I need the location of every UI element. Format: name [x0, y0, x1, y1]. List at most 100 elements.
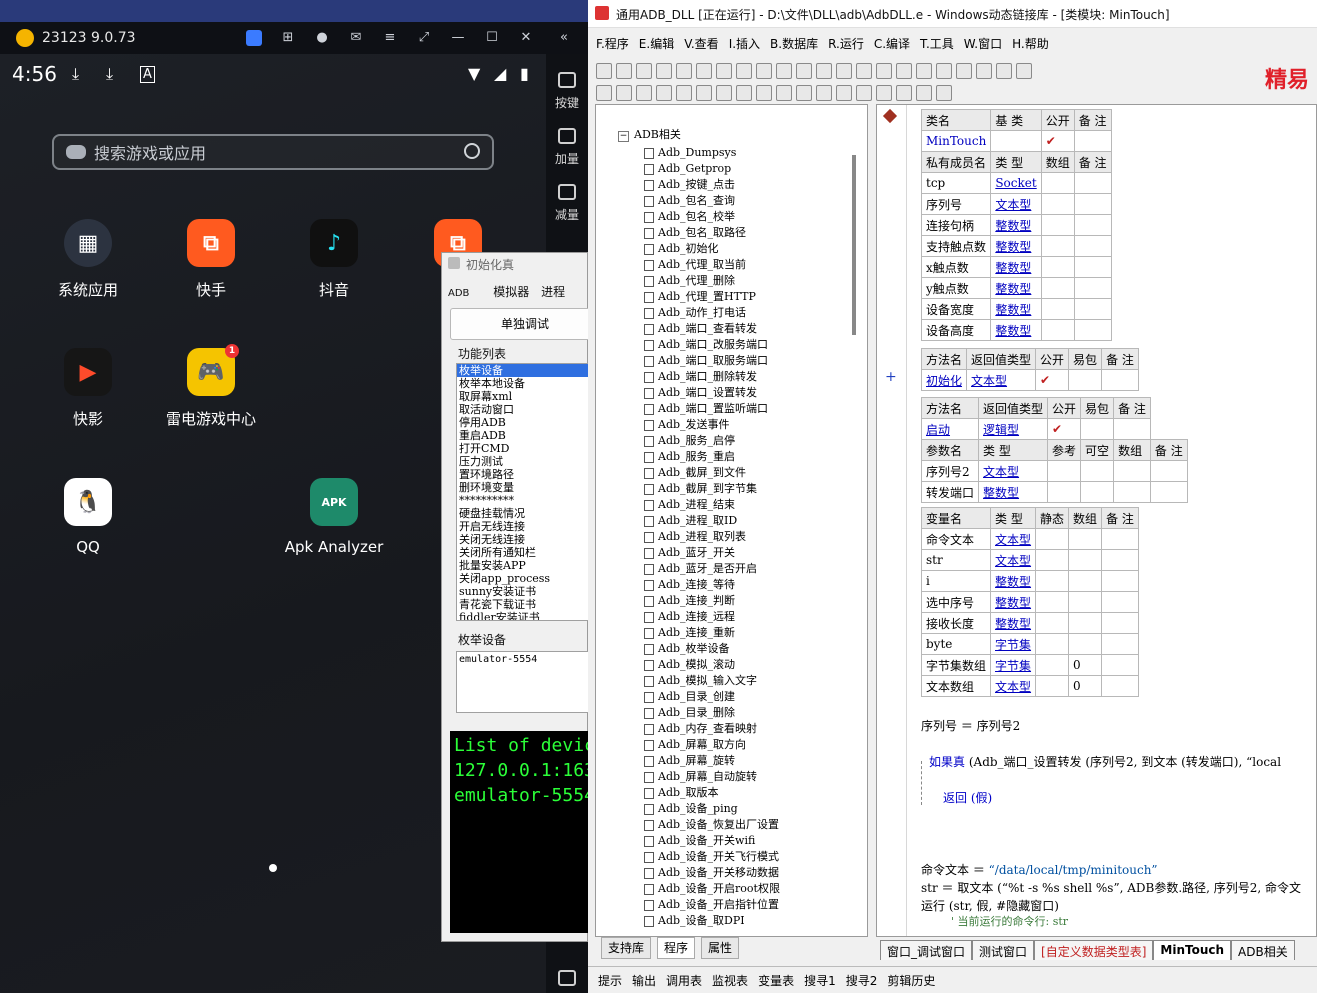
toolbar-button[interactable]: [936, 85, 952, 101]
toolbar-button[interactable]: [616, 85, 632, 101]
home-button[interactable]: [546, 970, 588, 986]
table-cell[interactable]: 数组: [1040, 151, 1075, 173]
tab-process[interactable]: 进程: [541, 285, 565, 299]
table-cell[interactable]: 数组: [1113, 439, 1151, 461]
table-cell[interactable]: [1040, 214, 1075, 236]
table-cell[interactable]: [1035, 675, 1070, 697]
table-cell[interactable]: 文本型: [966, 369, 1037, 391]
tree-root[interactable]: − ADB相关: [604, 127, 780, 145]
list-item[interactable]: fiddler安装证书: [457, 611, 595, 620]
tree-scrollbar[interactable]: [852, 155, 856, 335]
tree-item[interactable]: Adb_服务_重启: [604, 449, 780, 465]
tree-item[interactable]: Adb_枚举设备: [604, 641, 780, 657]
table-cell[interactable]: 公开: [1047, 397, 1082, 419]
table-cell[interactable]: 整数型: [990, 612, 1037, 634]
toolbar-button[interactable]: [656, 63, 672, 79]
editor-tab[interactable]: MinTouch: [1153, 940, 1232, 960]
toolbar-button[interactable]: [836, 85, 852, 101]
toolbar-button[interactable]: [656, 85, 672, 101]
tree-item[interactable]: Adb_屏幕_自动旋转: [604, 769, 780, 785]
table-cell[interactable]: 方法名: [920, 397, 980, 419]
editor-tab[interactable]: 窗口_调试窗口: [880, 940, 973, 960]
toolbar-button[interactable]: [976, 63, 992, 79]
menu-item[interactable]: H.帮助: [1012, 35, 1049, 55]
list-item[interactable]: sunny安装证书: [457, 585, 595, 598]
table-cell[interactable]: 选中序号: [920, 591, 992, 613]
table-cell[interactable]: 易包: [1068, 348, 1103, 370]
table-cell[interactable]: [1035, 612, 1070, 634]
tree-item[interactable]: Adb_模拟_输入文字: [604, 673, 780, 689]
tree-item[interactable]: Adb_设备_开关移动数据: [604, 865, 780, 881]
expand-icon[interactable]: +: [885, 369, 897, 385]
tree-item[interactable]: Adb_设备_开关飞行模式: [604, 849, 780, 865]
table-cell[interactable]: [1035, 549, 1070, 571]
lightning-icon[interactable]: [246, 30, 262, 46]
table-cell[interactable]: [1080, 481, 1115, 503]
table-cell[interactable]: x触点数: [920, 256, 992, 278]
tree-item[interactable]: Adb_代理_删除: [604, 273, 780, 289]
toolbar-button[interactable]: [756, 85, 772, 101]
table-cell[interactable]: 整数型: [990, 256, 1042, 278]
table-cell[interactable]: 文本型: [978, 460, 1049, 482]
app-douyin[interactable]: ♪ 抖音: [279, 219, 389, 300]
table-cell[interactable]: 类 型: [990, 507, 1037, 529]
editor-tab[interactable]: [自定义数据类型表]: [1034, 940, 1154, 960]
table-cell[interactable]: 类名: [920, 109, 992, 131]
tree-item[interactable]: Adb_包名_取路径: [604, 225, 780, 241]
table-cell[interactable]: 私有成员名: [920, 151, 992, 173]
status-tab[interactable]: 输出: [632, 972, 656, 989]
toolbar-button[interactable]: [716, 85, 732, 101]
table-cell[interactable]: 备 注: [1073, 151, 1112, 173]
table-cell[interactable]: [1068, 633, 1103, 655]
table-cell[interactable]: 0: [1068, 675, 1103, 697]
table-cell[interactable]: str: [920, 549, 992, 571]
toolbar-button[interactable]: [756, 63, 772, 79]
table-cell[interactable]: [1068, 570, 1103, 592]
tree-item[interactable]: Adb_目录_创建: [604, 689, 780, 705]
table-cell[interactable]: [1073, 214, 1112, 236]
table-row[interactable]: y触点数 整数型: [920, 277, 1112, 299]
table-row[interactable]: str 文本型: [920, 549, 1139, 571]
table-cell[interactable]: 整数型: [978, 481, 1049, 503]
table-cell[interactable]: 文本数组: [920, 675, 992, 697]
toolbar-button[interactable]: [896, 63, 912, 79]
tab-properties[interactable]: 属性: [701, 937, 740, 959]
code-editor[interactable]: + 类名基 类公开备 注 MinTouch ✔ 私有成员名类 型数组备 注 tcp…: [876, 104, 1317, 937]
tree-item[interactable]: Adb_代理_取当前: [604, 257, 780, 273]
tree-item[interactable]: Adb_设备_取DPI: [604, 913, 780, 929]
list-item[interactable]: 硬盘挂载情况: [457, 507, 595, 520]
table-cell[interactable]: 数组: [1068, 507, 1103, 529]
table-row[interactable]: 字节集数组 字节集 0: [920, 654, 1139, 676]
status-tab[interactable]: 监视表: [712, 972, 748, 989]
list-item[interactable]: 枚举设备: [457, 364, 595, 377]
menu-item[interactable]: C.编译: [874, 35, 910, 55]
table-cell[interactable]: [1101, 570, 1139, 592]
table-cell[interactable]: 启动: [920, 418, 980, 440]
tree-item[interactable]: Adb_蓝牙_开关: [604, 545, 780, 561]
menu-item[interactable]: F.程序: [596, 35, 629, 55]
toolbar-button[interactable]: [836, 63, 852, 79]
tree-item[interactable]: Adb_连接_重新: [604, 625, 780, 641]
list-item[interactable]: 打开CMD: [457, 442, 595, 455]
list-item[interactable]: 关闭所有通知栏: [457, 546, 595, 559]
table-cell[interactable]: 初始化: [920, 369, 968, 391]
table-cell[interactable]: 字节集: [990, 633, 1037, 655]
table-cell[interactable]: ✔: [1035, 369, 1070, 391]
tree-item[interactable]: Adb_端口_设置转发: [604, 385, 780, 401]
table-row[interactable]: 转发端口 整数型: [920, 481, 1188, 503]
table-cell[interactable]: 整数型: [990, 298, 1042, 320]
table-cell[interactable]: 返回值类型: [978, 397, 1049, 419]
table-cell[interactable]: [1035, 570, 1070, 592]
debug-button[interactable]: 单独调试: [450, 308, 600, 340]
function-list[interactable]: 枚举设备 枚举本地设备 取屏幕xml 取活动窗口 停用ADB 重启ADB 打开CMD 压力测试…: [456, 363, 596, 621]
table-cell[interactable]: [1035, 528, 1070, 550]
table-cell[interactable]: [1073, 130, 1112, 152]
table-cell[interactable]: ✔: [1040, 130, 1075, 152]
toolbar-button[interactable]: [856, 63, 872, 79]
status-tab[interactable]: 搜寻1: [804, 972, 836, 989]
toolbar-button[interactable]: [736, 85, 752, 101]
table-row[interactable]: 序列号2 文本型: [920, 460, 1188, 482]
table-cell[interactable]: [1068, 528, 1103, 550]
device-textbox[interactable]: emulator-5554: [456, 651, 596, 713]
tree-item[interactable]: Adb_设备_开关wifi: [604, 833, 780, 849]
